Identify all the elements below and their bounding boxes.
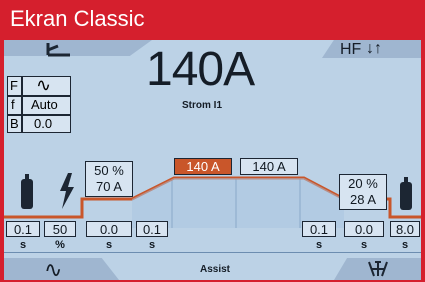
start-percent-unit: % (55, 239, 65, 251)
assist-button[interactable]: Assist (200, 264, 230, 275)
end-time[interactable]: 0.0 (344, 221, 384, 237)
mode-key-b: B (10, 116, 19, 131)
mode-key-f-upper: F (10, 78, 18, 93)
gas-bottle-icon-left (21, 174, 33, 209)
gas-bottle-icon-right (400, 177, 412, 210)
main-current-value[interactable]: 140 A (240, 158, 298, 175)
post-gas-time-unit: s (401, 239, 409, 251)
torch-icon (368, 261, 388, 277)
pre-gas-time[interactable]: 0.1 (6, 221, 40, 237)
upslope-time[interactable]: 0.1 (136, 221, 168, 237)
start-time-unit: s (105, 239, 113, 251)
welding-display: HF ↓↑ 140A Strom I1 F ∿ f Auto B 0.0 50 … (4, 40, 421, 280)
sine-wave-icon: ∿ (36, 75, 52, 95)
lightning-icon (60, 173, 74, 209)
hf-label: HF (340, 41, 362, 58)
pre-gas-time-unit: s (19, 239, 27, 251)
torch-icon-top (46, 43, 70, 57)
balance-value: 0.0 (34, 116, 53, 131)
end-current: 28 A (349, 192, 377, 207)
end-time-unit: s (360, 239, 368, 251)
up-down-arrows-icon: ↓↑ (366, 40, 382, 57)
post-gas-time[interactable]: 8.0 (390, 221, 420, 237)
sine-wave-footer-icon: ∿ (44, 257, 63, 280)
mode-panel-grid: F ∿ f Auto B 0.0 (7, 75, 71, 133)
upslope-percent: 50 % (94, 163, 124, 178)
start-time[interactable]: 0.0 (86, 221, 132, 237)
upslope-current: 70 A (95, 179, 123, 194)
main-current-display: 140A (146, 43, 255, 96)
mode-key-f-lower: f (11, 97, 15, 112)
frequency-value: Auto (31, 97, 58, 112)
start-percent[interactable]: 50 (44, 221, 76, 237)
upslope-box[interactable]: 50 % 70 A (85, 161, 133, 197)
downslope-time[interactable]: 0.1 (302, 221, 336, 237)
main-current-selected[interactable]: 140 A (174, 158, 232, 175)
window-title: Ekran Classic (10, 6, 145, 31)
top-left-tab[interactable] (4, 40, 152, 56)
upslope-time-unit: s (148, 239, 156, 251)
bottom-divider (4, 252, 421, 253)
end-current-box[interactable]: 20 % 28 A (339, 174, 387, 210)
downslope-time-unit: s (315, 239, 323, 251)
current-label: Strom I1 (182, 100, 223, 111)
end-percent: 20 % (348, 176, 378, 191)
